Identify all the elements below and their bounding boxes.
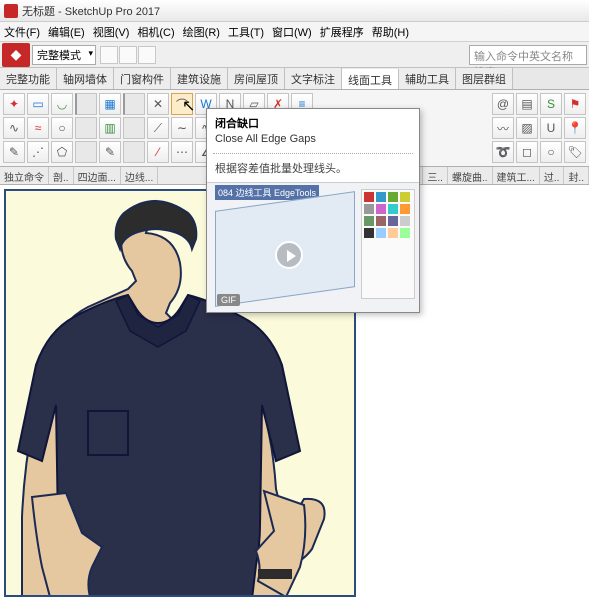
tb-wave-icon[interactable]: ∼ bbox=[171, 117, 193, 139]
tb-pin-icon[interactable]: 📍 bbox=[564, 117, 586, 139]
gl-edge[interactable]: 边线... bbox=[121, 167, 158, 184]
gl-filter[interactable]: 过.. bbox=[540, 167, 565, 184]
menu-camera[interactable]: 相机(C) bbox=[137, 24, 174, 40]
tab-full[interactable]: 完整功能 bbox=[0, 68, 57, 89]
tb-u-icon[interactable]: U bbox=[540, 117, 562, 139]
tab-layer[interactable]: 图层群组 bbox=[456, 68, 513, 89]
tb-tag-icon[interactable]: 🏷 bbox=[564, 141, 586, 163]
tab-text[interactable]: 文字标注 bbox=[285, 68, 342, 89]
gl-building[interactable]: 建筑工... bbox=[493, 167, 540, 184]
tb-curve-icon[interactable]: ≈ bbox=[27, 117, 49, 139]
tb-grid-icon[interactable]: ▦ bbox=[99, 93, 121, 115]
tb-poly-icon[interactable]: ⬠ bbox=[51, 141, 73, 163]
mode-selector[interactable]: 完整模式 bbox=[32, 45, 96, 65]
tb-sep5 bbox=[123, 117, 145, 139]
tb-sep2 bbox=[75, 117, 97, 139]
tb-dash-icon[interactable]: ⋯ bbox=[171, 141, 193, 163]
tb-box-icon[interactable]: ◻ bbox=[516, 141, 538, 163]
menu-window[interactable]: 窗口(W) bbox=[272, 24, 312, 40]
tb-cross-icon[interactable]: ✕ bbox=[147, 93, 169, 115]
tb-sep1 bbox=[75, 93, 97, 115]
menu-tools[interactable]: 工具(T) bbox=[228, 24, 264, 40]
suapp-logo[interactable]: ◆ bbox=[2, 43, 30, 67]
preview-panel bbox=[361, 189, 415, 299]
tab-helper[interactable]: 辅助工具 bbox=[399, 68, 456, 89]
tb-fill-icon[interactable]: ▨ bbox=[516, 117, 538, 139]
tooltip-title: 闭合缺口 bbox=[207, 109, 419, 133]
tb-face-icon[interactable]: ▭ bbox=[27, 93, 49, 115]
cursor-icon: ↖ bbox=[182, 96, 195, 116]
tabs-row: 完整功能 轴网墙体 门窗构件 建筑设施 房间屋顶 文字标注 线面工具 辅助工具 … bbox=[0, 68, 589, 90]
tb-circle-icon[interactable]: ○ bbox=[51, 117, 73, 139]
title-bar: 无标题 - SketchUp Pro 2017 bbox=[0, 0, 589, 22]
tb-quad-icon[interactable]: ▥ bbox=[99, 117, 121, 139]
menu-help[interactable]: 帮助(H) bbox=[372, 24, 409, 40]
tb-pencil-icon[interactable]: ✎ bbox=[99, 141, 121, 163]
tab-room-roof[interactable]: 房间屋顶 bbox=[228, 68, 285, 89]
tb-slash-icon[interactable]: ⁄ bbox=[147, 141, 169, 163]
tb-o-icon[interactable]: ○ bbox=[540, 141, 562, 163]
tab-door-window[interactable]: 门窗构件 bbox=[114, 68, 171, 89]
tb-diag-icon[interactable]: ⟋ bbox=[147, 117, 169, 139]
menu-edit[interactable]: 编辑(E) bbox=[48, 24, 85, 40]
tb-flag-icon[interactable]: ⚑ bbox=[564, 93, 586, 115]
tb-sep3 bbox=[75, 141, 97, 163]
tab-building[interactable]: 建筑设施 bbox=[171, 68, 228, 89]
tooltip-popup: 闭合缺口 Close All Edge Gaps 根据容差值批量处理线头。 08… bbox=[206, 108, 420, 313]
strip-icon-2[interactable] bbox=[119, 46, 137, 64]
gl-tri[interactable]: 三.. bbox=[423, 167, 448, 184]
play-icon bbox=[275, 241, 303, 269]
tb-arc-icon[interactable]: ◡ bbox=[51, 93, 73, 115]
strip-icon-1[interactable] bbox=[100, 46, 118, 64]
tb-coil-icon[interactable]: ➰ bbox=[492, 141, 514, 163]
app-icon bbox=[4, 4, 18, 18]
tb-select-icon[interactable]: ✦ bbox=[3, 93, 25, 115]
tooltip-preview: 084 边线工具 EdgeTools GIF bbox=[207, 182, 419, 312]
tb-sep6 bbox=[123, 141, 145, 163]
tb-spiral-icon[interactable]: @ bbox=[492, 93, 514, 115]
tb-hatch-icon[interactable]: ▤ bbox=[516, 93, 538, 115]
tab-axis-wall[interactable]: 轴网墙体 bbox=[57, 68, 114, 89]
search-input[interactable]: 输入命令中英文名称搜索 bbox=[469, 45, 587, 65]
gl-seal[interactable]: 封.. bbox=[564, 167, 589, 184]
tb-edge-icon[interactable]: ∿ bbox=[3, 117, 25, 139]
tb-line-icon[interactable]: ✎ bbox=[3, 141, 25, 163]
tb-wave2-icon[interactable]: 〰 bbox=[492, 117, 514, 139]
gl-section[interactable]: 剖.. bbox=[49, 167, 74, 184]
top-strip: ◆ 完整模式 输入命令中英文名称搜索 bbox=[0, 42, 589, 68]
tooltip-subtitle: Close All Edge Gaps bbox=[207, 133, 419, 151]
tb-s-icon[interactable]: S bbox=[540, 93, 562, 115]
window-title: 无标题 - SketchUp Pro 2017 bbox=[22, 3, 160, 19]
tb-wire-icon[interactable]: ⋰ bbox=[27, 141, 49, 163]
gl-spiral[interactable]: 螺旋曲.. bbox=[448, 167, 493, 184]
menu-draw[interactable]: 绘图(R) bbox=[183, 24, 220, 40]
tooltip-desc: 根据容差值批量处理线头。 bbox=[207, 156, 419, 182]
menu-bar: 文件(F) 编辑(E) 视图(V) 相机(C) 绘图(R) 工具(T) 窗口(W… bbox=[0, 22, 589, 42]
tb-sep4 bbox=[123, 93, 145, 115]
gl-quadface[interactable]: 四边面... bbox=[74, 167, 121, 184]
strip-icon-3[interactable] bbox=[138, 46, 156, 64]
gif-badge: GIF bbox=[217, 294, 240, 306]
menu-file[interactable]: 文件(F) bbox=[4, 24, 40, 40]
menu-view[interactable]: 视图(V) bbox=[93, 24, 130, 40]
tab-line-face[interactable]: 线面工具 bbox=[342, 69, 399, 90]
menu-extensions[interactable]: 扩展程序 bbox=[320, 24, 364, 40]
gl-independent[interactable]: 独立命令 bbox=[0, 167, 49, 184]
